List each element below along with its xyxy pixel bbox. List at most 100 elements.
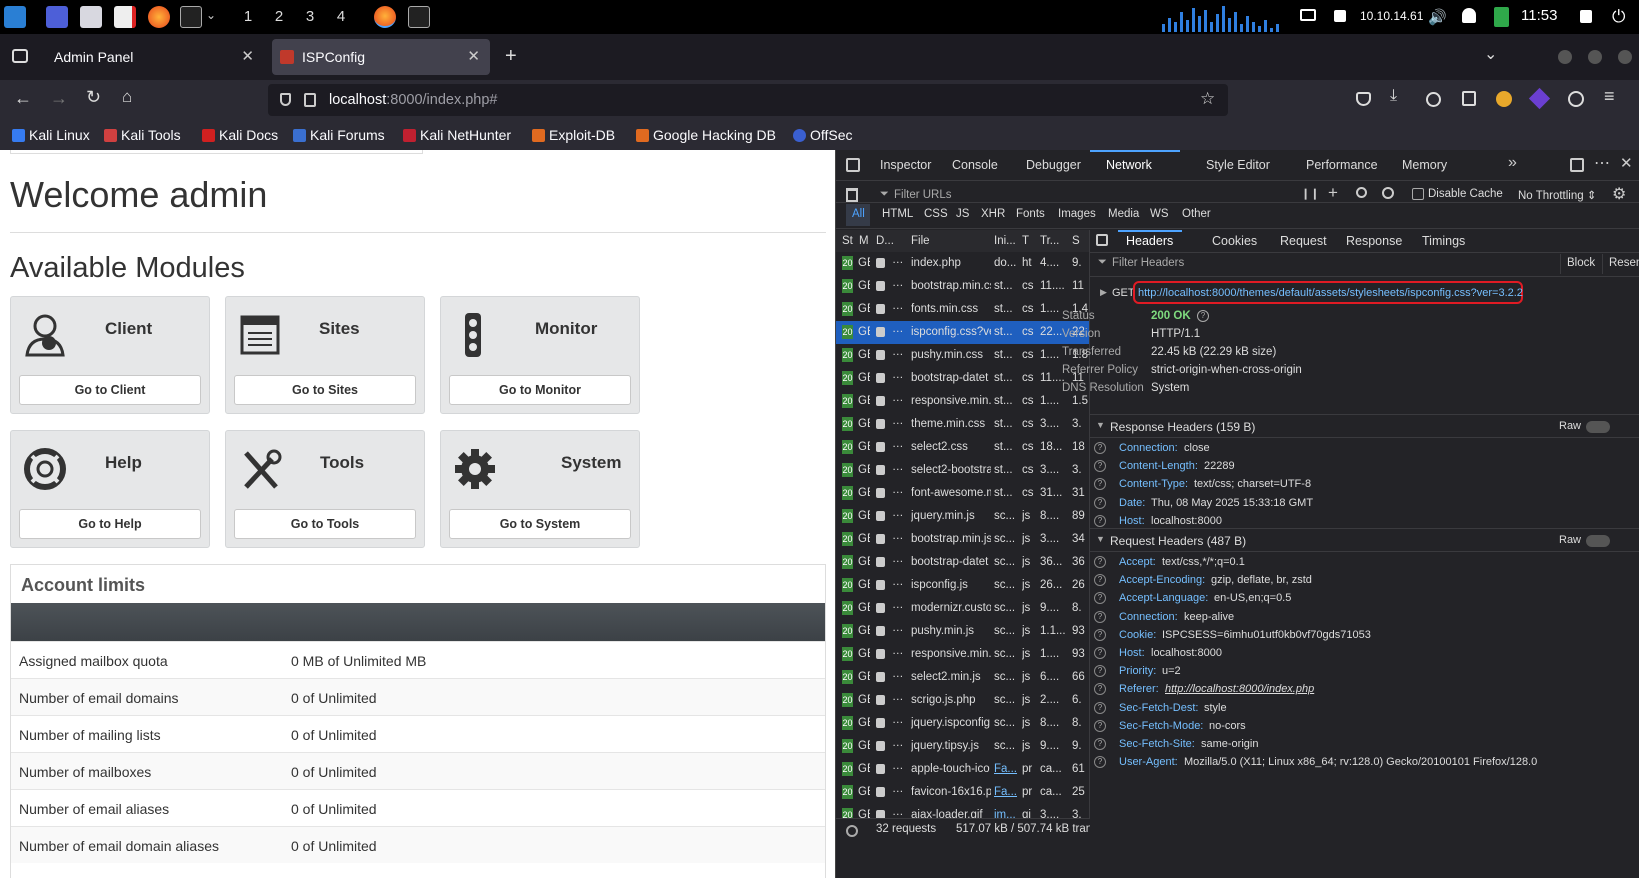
close-icon[interactable]: ✕ <box>467 39 480 75</box>
bookmark-kali-tools[interactable]: Kali Tools <box>104 127 181 143</box>
block-button[interactable]: Block <box>1567 257 1595 269</box>
detail-tab-response[interactable]: Response <box>1346 234 1402 248</box>
back-arrow-icon[interactable]: ← <box>14 88 32 109</box>
file-manager-icon[interactable] <box>80 6 102 28</box>
help-icon[interactable]: ? <box>1094 756 1106 769</box>
foxyproxy-icon[interactable] <box>1496 91 1512 107</box>
request-row[interactable]: 20GE…bootstrap-datetsc...js36...36 <box>836 551 1090 574</box>
filter-all[interactable]: All <box>852 208 865 220</box>
account-icon[interactable] <box>1426 92 1441 107</box>
url-text[interactable]: localhost:8000/index.php# <box>329 92 498 108</box>
tab-ispconfig[interactable]: ISPConfig ✕ <box>272 39 490 75</box>
block-icon[interactable] <box>1382 187 1394 199</box>
filter-html[interactable]: HTML <box>882 208 913 220</box>
workspace-4[interactable]: 4 <box>329 8 353 25</box>
help-icon[interactable]: ? <box>1094 647 1106 659</box>
request-row[interactable]: 20GE…ispconfig.jssc...js26...26 <box>836 574 1090 597</box>
tab-inspector[interactable]: Inspector <box>880 158 931 172</box>
request-row[interactable]: 20GE…apple-touch-icoFa...prca...61 <box>836 758 1090 781</box>
throttling-select[interactable]: No Throttling ⇕ <box>1518 188 1596 202</box>
request-row[interactable]: 20GE…pushy.min.cssst...cs1....1.8 <box>836 344 1090 367</box>
detail-tab-request[interactable]: Request <box>1280 234 1327 248</box>
kali-menu-icon[interactable] <box>4 6 26 28</box>
pocket-icon[interactable] <box>1356 92 1371 106</box>
volume-icon[interactable]: 🔊 <box>1428 8 1447 26</box>
expand-triangle-icon[interactable]: ▶ <box>1100 287 1107 298</box>
help-icon[interactable]: ? <box>1094 665 1106 678</box>
power-icon[interactable]: ⏻ <box>1612 7 1625 27</box>
maximize-window-icon[interactable] <box>1588 50 1602 64</box>
close-window-icon[interactable] <box>1618 50 1632 64</box>
new-tab-icon[interactable]: + <box>505 45 517 68</box>
request-row[interactable]: 20GE…scrigo.js.phpsc...js2....6. <box>836 689 1090 712</box>
request-row[interactable]: 20GE…select2.min.jssc...js6....66 <box>836 666 1090 689</box>
column-method[interactable]: M <box>859 235 869 247</box>
help-icon[interactable]: ? <box>1094 556 1106 568</box>
go-to-system-button[interactable]: Go to System <box>449 509 631 539</box>
filter-headers-input[interactable]: Filter Headers <box>1112 257 1184 269</box>
request-row[interactable]: 20GE…ispconfig.css?vest...cs22...22 <box>836 321 1090 344</box>
detail-tab-timings[interactable]: Timings <box>1422 234 1465 248</box>
detail-tab-cookies[interactable]: Cookies <box>1212 234 1257 248</box>
request-row[interactable]: 20GE…fonts.min.cssst...cs1....1.4 <box>836 298 1090 321</box>
clear-requests-icon[interactable] <box>846 188 858 202</box>
column-initiator[interactable]: Ini... <box>994 235 1016 247</box>
bookmark-star-icon[interactable]: ☆ <box>1200 89 1215 109</box>
firefox-icon[interactable] <box>148 6 170 28</box>
help-icon[interactable]: ? <box>1094 610 1106 623</box>
detail-tab-headers[interactable]: Headers <box>1126 234 1173 248</box>
help-icon[interactable]: ? <box>1094 628 1106 641</box>
bookmark-kali-nethunter[interactable]: Kali NetHunter <box>403 127 511 143</box>
request-headers-section[interactable]: ▼ Request Headers (487 B) Raw <box>1090 528 1639 552</box>
raw-toggle[interactable] <box>1586 535 1610 547</box>
bookmark-kali-linux[interactable]: Kali Linux <box>12 127 90 143</box>
raw-toggle[interactable] <box>1586 421 1610 433</box>
search-icon[interactable] <box>1356 187 1367 198</box>
go-to-tools-button[interactable]: Go to Tools <box>234 509 416 539</box>
network-settings-gear-icon[interactable]: ⚙ <box>1612 184 1626 204</box>
extension-wappalyzer-icon[interactable] <box>1568 91 1584 107</box>
minimize-window-icon[interactable] <box>1558 50 1572 64</box>
help-icon[interactable]: ? <box>1094 496 1106 509</box>
bookmark-offsec[interactable]: OffSec <box>793 127 853 143</box>
filter-media[interactable]: Media <box>1108 208 1139 220</box>
reload-icon[interactable]: ↻ <box>86 87 101 108</box>
request-row[interactable]: 20GE…select2-bootstrast...cs3....3. <box>836 459 1090 482</box>
help-icon[interactable]: ? <box>1197 310 1209 322</box>
help-icon[interactable]: ? <box>1094 738 1106 750</box>
text-editor-icon[interactable] <box>114 6 136 28</box>
bookmark-kali-docs[interactable]: Kali Docs <box>202 127 278 143</box>
close-devtools-icon[interactable]: ✕ <box>1620 154 1633 172</box>
filter-xhr[interactable]: XHR <box>981 208 1005 220</box>
bookmark-google-hacking-db[interactable]: Google Hacking DB <box>636 127 776 143</box>
home-icon[interactable]: ⌂ <box>122 87 132 107</box>
downloads-icon[interactable]: ⤓ <box>1390 87 1397 105</box>
tab-style-editor[interactable]: Style Editor <box>1206 158 1270 172</box>
tab-console[interactable]: Console <box>952 158 998 172</box>
go-to-monitor-button[interactable]: Go to Monitor <box>449 375 631 405</box>
forward-arrow-icon[interactable]: → <box>50 88 68 109</box>
toggle-sidebar-icon[interactable] <box>1096 234 1108 246</box>
extension-purple-icon[interactable] <box>1528 87 1551 110</box>
help-icon[interactable]: ? <box>1094 592 1106 605</box>
go-to-help-button[interactable]: Go to Help <box>19 509 201 539</box>
column-size[interactable]: S <box>1072 235 1080 247</box>
devtools-menu-icon[interactable]: ⋯ <box>1594 153 1610 173</box>
list-all-tabs-icon[interactable]: ⌄ <box>1484 44 1497 64</box>
battery-icon[interactable] <box>1494 7 1509 27</box>
chevron-down-icon[interactable]: ⌄ <box>206 8 216 22</box>
tab-network[interactable]: Network <box>1106 158 1152 172</box>
bookmark-exploit-db[interactable]: Exploit-DB <box>532 127 615 143</box>
help-icon[interactable]: ? <box>1094 683 1106 696</box>
monitor-icon[interactable] <box>1300 9 1316 21</box>
filter-images[interactable]: Images <box>1058 208 1096 220</box>
request-row[interactable]: 20GE…jquery.min.jssc...js8....89 <box>836 505 1090 528</box>
response-headers-section[interactable]: ▼ Response Headers (159 B) Raw <box>1090 414 1639 438</box>
more-tools-icon[interactable]: » <box>1508 154 1517 172</box>
pause-icon[interactable]: ❙❙ <box>1301 187 1319 200</box>
bell-icon[interactable] <box>1462 8 1476 23</box>
column-status[interactable]: St <box>842 235 854 247</box>
request-row[interactable]: 20 GE … index.php do... ht 4.... 9. <box>836 252 1090 275</box>
filter-css[interactable]: CSS <box>924 208 948 220</box>
help-icon[interactable]: ? <box>1094 574 1106 587</box>
